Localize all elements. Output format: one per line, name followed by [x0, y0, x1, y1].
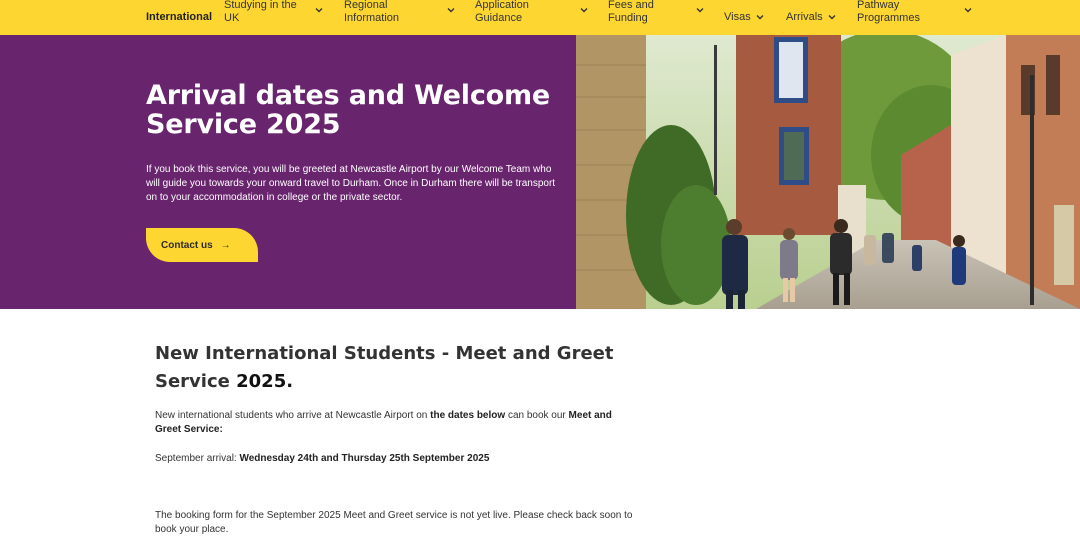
chevron-down-icon [446, 5, 456, 15]
arrow-right-icon: → [220, 239, 231, 251]
nav-item-label: Pathway Programmes [857, 0, 920, 24]
nav-item-regional-information[interactable]: Regional Information [344, 0, 459, 29]
page-title: Arrival dates and Welcome Service 2025 [146, 80, 551, 140]
nav-item-fees-and-funding[interactable]: Fees and Funding [608, 0, 708, 29]
chevron-down-icon [695, 5, 705, 15]
contact-us-label: Contact us [161, 239, 213, 251]
nav-item-label: Studying in the UK [224, 0, 297, 24]
chevron-down-icon [579, 5, 589, 15]
nav-item-application-guidance[interactable]: Application Guidance [475, 0, 590, 29]
hero-photo [576, 35, 1080, 309]
nav-item-pathway-programmes[interactable]: Pathway Programmes [857, 0, 977, 29]
arrival-label: September arrival: [155, 453, 237, 464]
section-heading-text: New International Students - Meet and Gr… [155, 343, 614, 392]
hero-banner: Arrival dates and Welcome Service 2025 I… [0, 35, 1080, 309]
chevron-down-icon [963, 5, 973, 15]
nav-item-studying-in-the-uk[interactable]: Studying in the UK [224, 0, 329, 29]
nav-item-international[interactable]: International [146, 0, 212, 35]
arrival-dates: Wednesday 24th and Thursday 25th Septemb… [239, 453, 490, 464]
contact-us-button[interactable]: Contact us → [146, 228, 258, 262]
chevron-down-icon [827, 12, 837, 22]
nav-item-label: Regional Information [344, 0, 400, 24]
arrival-dates-paragraph: September arrival: Wednesday 24th and Th… [155, 452, 635, 466]
top-navigation: International Studying in the UK Regiona… [0, 0, 1080, 35]
section-heading-year: 2025. [236, 371, 294, 392]
intro-text-2: can book our [507, 410, 566, 421]
main-content: New International Students - Meet and Gr… [155, 340, 635, 396]
hero-text-panel: Arrival dates and Welcome Service 2025 I… [0, 35, 576, 309]
intro-paragraph: New international students who arrive at… [155, 409, 635, 437]
nav-item-arrivals[interactable]: Arrivals [786, 0, 841, 35]
nav-item-label: Application Guidance [475, 0, 529, 24]
nav-item-label: Visas [724, 11, 751, 23]
section-heading: New International Students - Meet and Gr… [155, 340, 635, 396]
intro-bold-dates: the dates below [430, 410, 506, 421]
nav-item-label: International [146, 11, 213, 23]
chevron-down-icon [755, 12, 765, 22]
chevron-down-icon [314, 5, 324, 15]
booking-note: The booking form for the September 2025 … [155, 510, 633, 535]
intro-text-1: New international students who arrive at… [155, 410, 428, 421]
nav-item-visas[interactable]: Visas [724, 0, 769, 35]
hero-description: If you book this service, you will be gr… [146, 164, 556, 203]
nav-item-label: Arrivals [786, 11, 823, 23]
nav-item-label: Fees and Funding [608, 0, 654, 24]
